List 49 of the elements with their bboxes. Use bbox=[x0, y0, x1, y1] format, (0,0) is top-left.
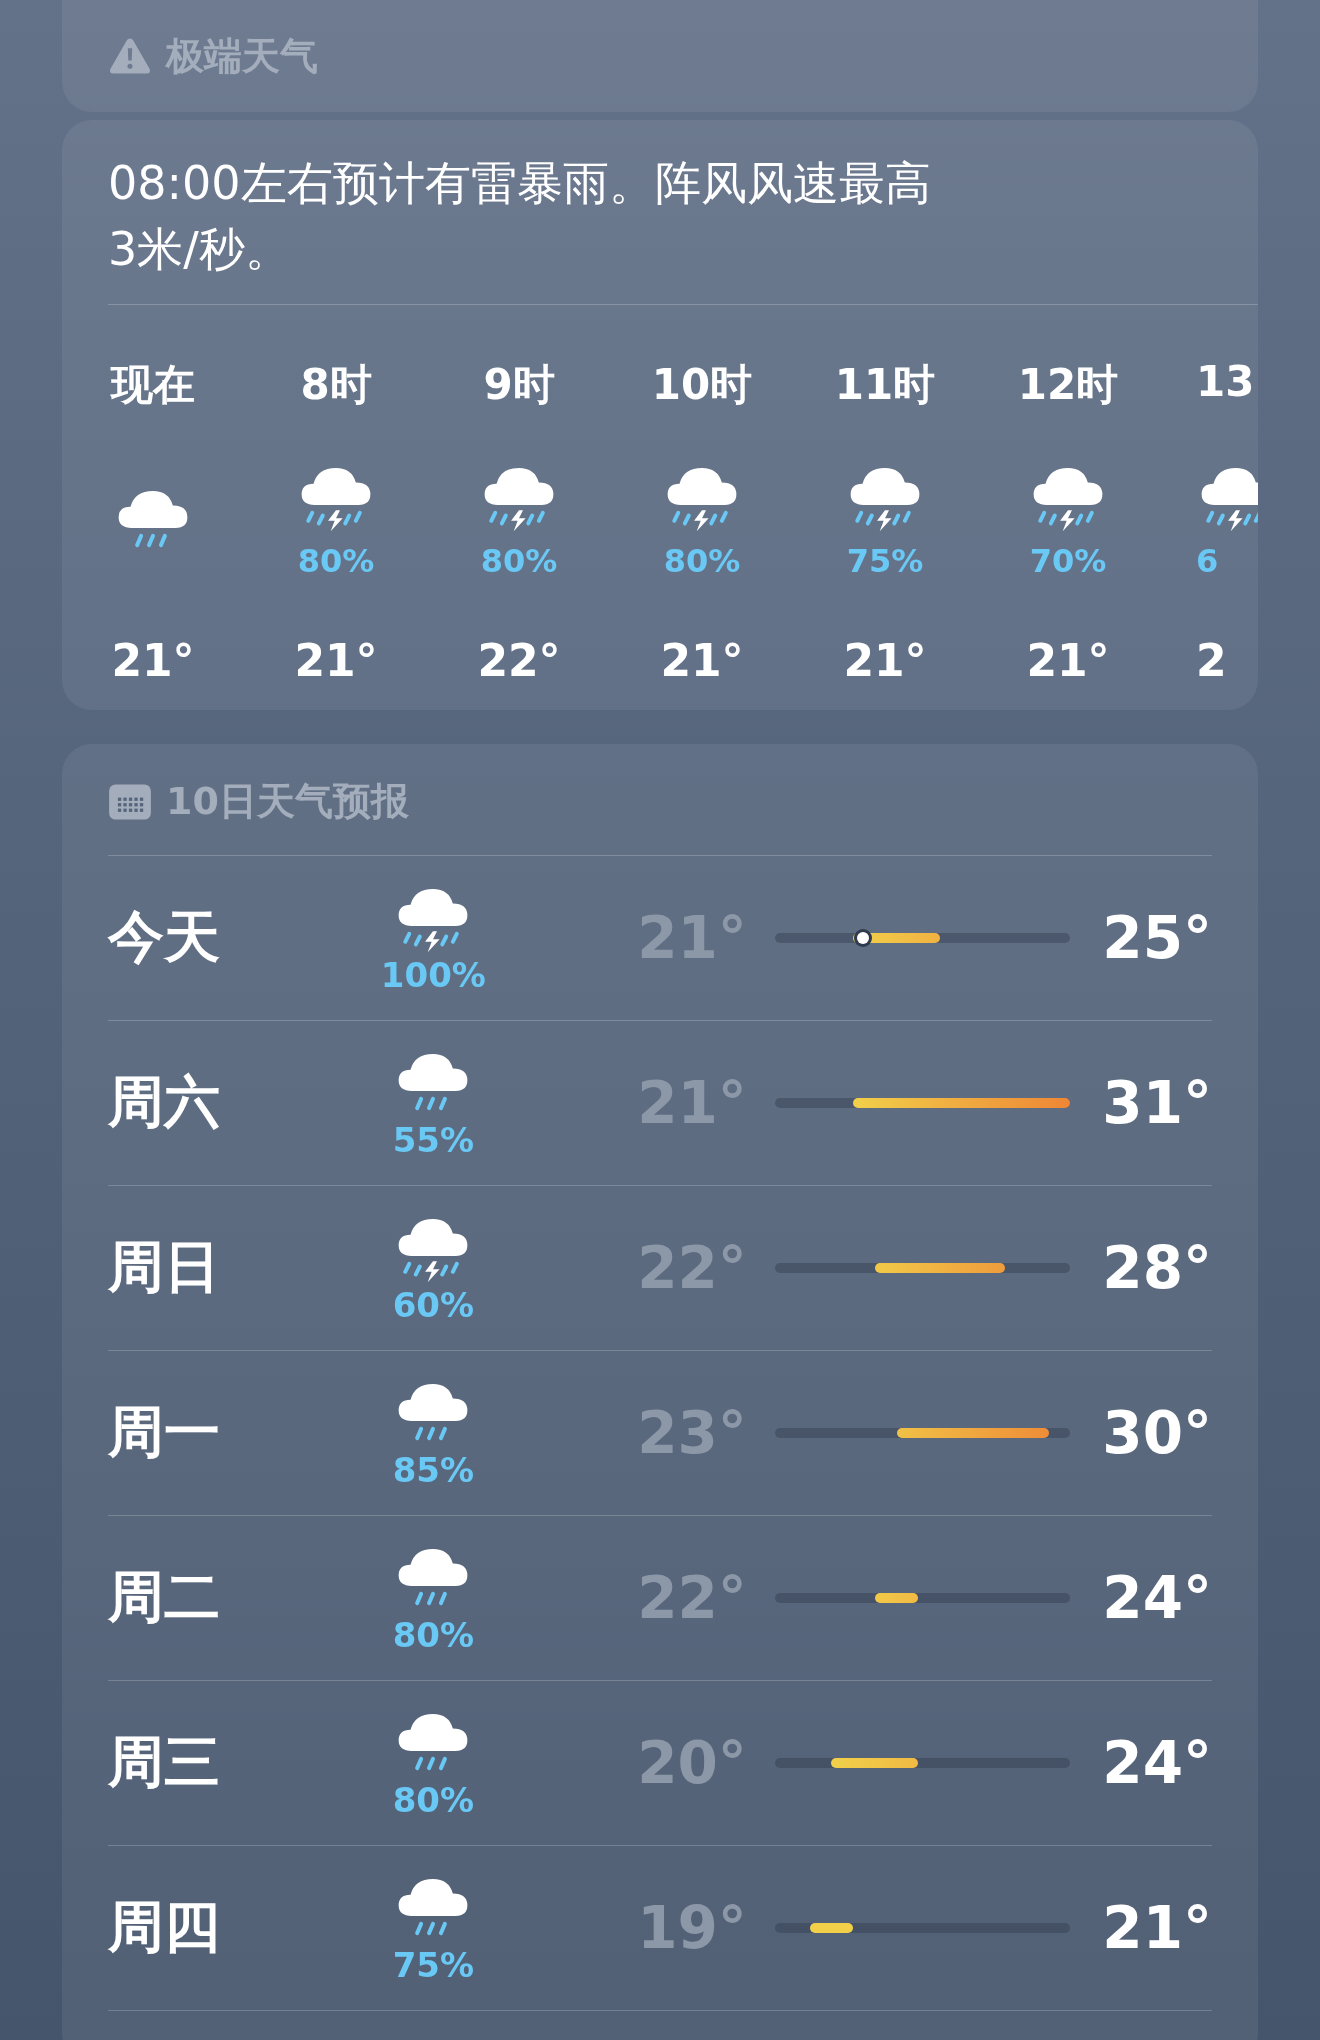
hour-label: 12时 bbox=[1017, 359, 1119, 411]
precip-chance: 80% bbox=[480, 542, 558, 580]
day-label: 周六 bbox=[108, 1068, 221, 1136]
precip-chance: 80% bbox=[392, 1615, 475, 1655]
high-temp: 24° bbox=[1101, 1729, 1212, 1797]
hour-temp: 21° bbox=[294, 635, 378, 686]
day-label: 周三 bbox=[108, 1728, 221, 1796]
precip-chance: 80% bbox=[663, 542, 741, 580]
calendar-icon bbox=[108, 781, 152, 822]
card-title: 10日天气预报 bbox=[166, 778, 409, 825]
precip-chance: 6 bbox=[1196, 542, 1219, 580]
hour-label: 现在 bbox=[111, 359, 195, 411]
precip-chance: 100% bbox=[380, 955, 486, 995]
precip-chance: 55% bbox=[392, 1120, 475, 1160]
hour-label: 8时 bbox=[300, 359, 372, 411]
precip-chance: 75% bbox=[846, 542, 924, 580]
hour-label: 13 bbox=[1196, 357, 1255, 408]
high-temp: 25° bbox=[1101, 904, 1212, 972]
day-label: 周日 bbox=[108, 1233, 221, 1301]
precip-chance: 60% bbox=[392, 1285, 475, 1325]
low-temp: 19° bbox=[636, 1894, 747, 1962]
day-label: 周四 bbox=[108, 1893, 221, 1961]
precip-chance: 85% bbox=[392, 1450, 475, 1490]
hour-label: 11时 bbox=[834, 359, 936, 411]
day-label: 周一 bbox=[108, 1398, 221, 1466]
high-temp: 31° bbox=[1101, 1069, 1212, 1137]
hour-label: 9时 bbox=[483, 359, 555, 411]
hour-temp: 22° bbox=[477, 635, 561, 686]
hour-temp: 21° bbox=[111, 635, 195, 686]
high-temp: 24° bbox=[1101, 1564, 1212, 1632]
hour-temp: 21° bbox=[660, 635, 744, 686]
temp-range-bar bbox=[809, 1923, 854, 1933]
high-temp: 21° bbox=[1101, 1894, 1212, 1962]
warning-icon bbox=[108, 36, 152, 76]
precip-chance: 80% bbox=[297, 542, 375, 580]
high-temp: 30° bbox=[1101, 1399, 1212, 1467]
high-temp: 28° bbox=[1101, 1234, 1212, 1302]
day-label: 周二 bbox=[108, 1563, 221, 1631]
forecast-summary: 08:00左右预计有雷暴雨。阵风风速最高3米/秒。 bbox=[107, 155, 932, 278]
hour-label: 10时 bbox=[651, 359, 753, 411]
low-temp: 20° bbox=[636, 1729, 747, 1797]
hour-temp: 2 bbox=[1196, 635, 1227, 686]
temp-range-bar bbox=[874, 1593, 919, 1603]
hour-temp: 21° bbox=[843, 635, 927, 686]
hour-temp: 21° bbox=[1026, 635, 1110, 686]
day-label: 今天 bbox=[108, 903, 221, 971]
precip-chance: 75% bbox=[392, 1945, 475, 1985]
precip-chance: 70% bbox=[1029, 542, 1107, 580]
precip-chance: 80% bbox=[392, 1780, 475, 1820]
